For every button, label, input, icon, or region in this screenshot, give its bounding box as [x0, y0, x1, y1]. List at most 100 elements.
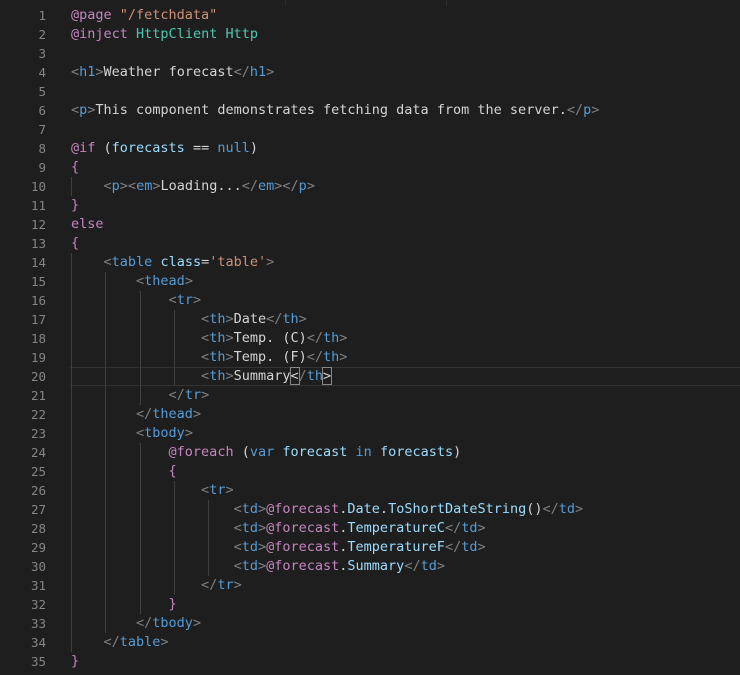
- code-token: >: [160, 634, 169, 650]
- code-line[interactable]: 9{: [0, 158, 740, 177]
- code-token: else: [71, 216, 104, 232]
- code-token: </: [136, 615, 153, 631]
- code-token: tbody: [152, 615, 193, 631]
- code-token: HttpClient: [136, 26, 218, 42]
- line-number: 2: [38, 27, 46, 42]
- code-token: TemperatureC: [347, 520, 445, 536]
- code-token: in: [355, 444, 372, 460]
- code-text: </tr>: [71, 386, 210, 405]
- line-number: 34: [30, 635, 46, 650]
- code-token: ><: [119, 178, 137, 194]
- code-line[interactable]: 8 @if (forecasts == null): [0, 139, 740, 158]
- code-token: >: [257, 520, 267, 536]
- code-line[interactable]: 14 <table class='table'>: [0, 253, 740, 272]
- code-token: </: [404, 558, 421, 574]
- code-token: th: [306, 368, 324, 384]
- code-line[interactable]: 28 <td>@forecast.TemperatureC</td>: [0, 519, 740, 538]
- code-line[interactable]: 11}: [0, 196, 740, 215]
- code-token: ): [453, 444, 462, 460]
- code-line[interactable]: 18 <th>Temp. (C)</th>: [0, 329, 740, 348]
- code-token: td: [241, 501, 258, 517]
- code-token: td: [558, 501, 576, 517]
- code-line[interactable]: 32 }: [0, 595, 740, 614]
- code-line[interactable]: 23 <tbody>: [0, 424, 740, 443]
- line-number: 35: [30, 654, 46, 669]
- code-line[interactable]: 33 </tbody>: [0, 614, 740, 633]
- code-line[interactable]: 6 < p> This component demonstrates fetching…: [0, 101, 740, 120]
- code-token: em: [136, 178, 153, 194]
- code-line[interactable]: 12 else: [0, 215, 740, 234]
- code-line[interactable]: 16 <tr>: [0, 291, 740, 310]
- code-token: >: [192, 292, 202, 308]
- code-token: >: [477, 520, 486, 536]
- code-token: class: [160, 254, 202, 270]
- code-line[interactable]: 2 @inject HttpClient Http: [0, 25, 740, 44]
- code-line[interactable]: 7: [0, 120, 740, 139]
- code-token: </: [542, 501, 559, 517]
- code-token: @forecast: [266, 520, 340, 536]
- code-line[interactable]: 20 <th>Summary</th>: [0, 367, 740, 386]
- code-line[interactable]: 26 <tr>: [0, 481, 740, 500]
- code-token: </: [233, 64, 250, 80]
- code-line[interactable]: 1 @page "/fetchdata": [0, 6, 740, 25]
- code-text: <h1>Weather forecast</h1>: [71, 63, 274, 82]
- code-token: </: [566, 102, 584, 118]
- code-line[interactable]: 3: [0, 44, 740, 63]
- code-line[interactable]: 19 <th>Temp. (F)</th>: [0, 348, 740, 367]
- code-editor[interactable]: 1 @page "/fetchdata" 2 @inject HttpClient H…: [0, 0, 740, 675]
- code-text: @inject HttpClient Http: [71, 25, 258, 44]
- code-token: th: [282, 311, 299, 327]
- code-token: @forecast: [266, 501, 340, 517]
- code-token: >: [257, 501, 267, 517]
- code-text: < p> This component demonstrates fetching …: [71, 101, 599, 120]
- code-line[interactable]: 13 {: [0, 234, 740, 253]
- code-line[interactable]: 4 <h1>Weather forecast</h1>: [0, 63, 740, 82]
- code-line[interactable]: 22 </thead>: [0, 405, 740, 424]
- code-token: @page: [71, 7, 112, 23]
- line-number: 18: [30, 331, 46, 346]
- code-token: </: [444, 520, 462, 536]
- code-line[interactable]: 31 </tr>: [0, 576, 740, 595]
- code-token: Summary: [233, 368, 291, 384]
- code-line[interactable]: 34 </table>: [0, 633, 740, 652]
- code-text: {: [71, 158, 79, 177]
- code-token: p: [111, 178, 120, 194]
- code-token: >: [575, 501, 584, 517]
- code-token: @inject: [71, 26, 128, 42]
- code-token: >: [192, 615, 202, 631]
- code-token: </: [136, 406, 153, 422]
- code-token: th: [209, 311, 226, 327]
- code-line[interactable]: 5: [0, 82, 740, 101]
- code-line[interactable]: 10 <p><em>Loading...</em></p>: [0, 177, 740, 196]
- code-line[interactable]: 27 <td>@forecast.Date.ToShortDateString(…: [0, 500, 740, 519]
- code-line[interactable]: 30 <td>@forecast.Summary</td>: [0, 557, 740, 576]
- line-number: 24: [30, 445, 46, 460]
- code-token: >: [477, 539, 486, 555]
- code-line[interactable]: 24 @foreach (var forecast in forecasts): [0, 443, 740, 462]
- code-token: }: [168, 596, 177, 612]
- code-line[interactable]: 29 <td>@forecast.TemperatureF</td>: [0, 538, 740, 557]
- line-number: 9: [38, 160, 46, 175]
- line-number: 6: [38, 103, 46, 118]
- code-text: </thead>: [71, 405, 201, 424]
- code-line[interactable]: 35}: [0, 652, 740, 671]
- code-line[interactable]: 25 {: [0, 462, 740, 481]
- code-token: {: [168, 463, 177, 479]
- code-token: td: [461, 520, 478, 536]
- code-token: >: [225, 349, 234, 365]
- code-text: }: [71, 595, 177, 614]
- code-line[interactable]: 17 <th>Date</th>: [0, 310, 740, 329]
- code-token: <: [289, 367, 300, 385]
- code-text: else: [71, 215, 104, 234]
- code-lines[interactable]: 1 @page "/fetchdata" 2 @inject HttpClient H…: [0, 6, 740, 671]
- code-line[interactable]: 21 </tr>: [0, 386, 740, 405]
- code-token: </: [103, 634, 120, 650]
- line-number: 32: [30, 597, 46, 612]
- code-line[interactable]: 15 <thead>: [0, 272, 740, 291]
- line-number: 20: [30, 369, 46, 384]
